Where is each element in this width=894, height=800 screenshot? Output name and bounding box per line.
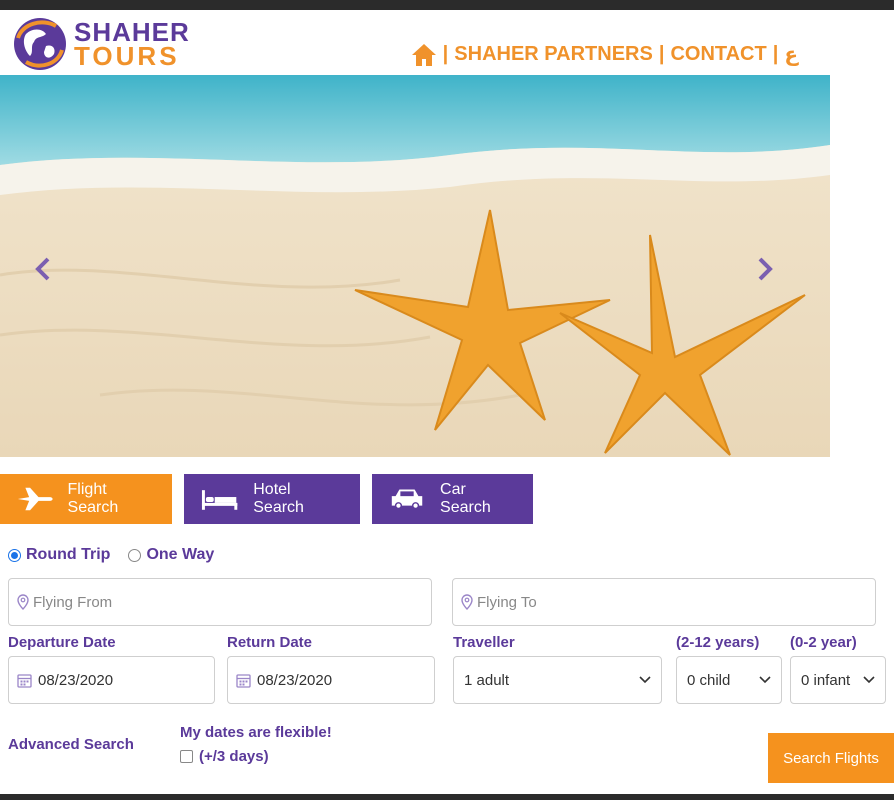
nav-separator: | xyxy=(772,43,779,65)
chevron-down-icon xyxy=(759,676,771,684)
tab-hotel-search[interactable]: Hotel Search xyxy=(184,474,360,524)
chevron-right-icon[interactable] xyxy=(754,255,776,283)
car-icon xyxy=(391,489,423,510)
flying-from-input[interactable]: Flying From xyxy=(8,578,432,626)
map-pin-icon xyxy=(17,594,29,610)
hero-carousel xyxy=(0,75,830,457)
beach-starfish-image xyxy=(0,75,830,457)
calendar-icon xyxy=(236,673,251,688)
map-pin-icon xyxy=(461,594,473,610)
tab-car-search[interactable]: Car Search xyxy=(372,474,533,524)
infant-select[interactable]: 0 infant xyxy=(790,656,886,704)
child-select[interactable]: 0 child xyxy=(676,656,782,704)
child-value: 0 child xyxy=(687,671,731,689)
round-trip-option[interactable]: Round Trip xyxy=(8,546,110,564)
flexible-dates-title: My dates are flexible! xyxy=(180,724,332,741)
nav-separator: | xyxy=(442,43,449,65)
tab-label: Flight Search xyxy=(67,481,119,516)
flexible-dates-checkbox[interactable] xyxy=(180,750,193,763)
logo-subtitle: TOURS xyxy=(74,41,180,71)
trip-type-group: Round Trip One Way xyxy=(8,546,232,564)
return-date-value: 08/23/2020 xyxy=(257,671,333,689)
flying-to-placeholder: Flying To xyxy=(477,593,537,611)
round-trip-radio[interactable] xyxy=(8,548,21,562)
chevron-left-icon[interactable] xyxy=(32,255,54,283)
bed-icon xyxy=(201,490,238,510)
one-way-radio[interactable] xyxy=(128,548,142,562)
one-way-option[interactable]: One Way xyxy=(128,546,214,564)
nav-arabic-language[interactable]: ع xyxy=(784,42,798,67)
departure-date-value: 08/23/2020 xyxy=(38,671,114,689)
page: SHAHER TOURS | SHAHER PARTNERS | CONTACT… xyxy=(0,10,894,794)
chevron-down-icon xyxy=(639,676,651,684)
round-trip-label: Round Trip xyxy=(26,546,111,563)
traveller-select[interactable]: 1 adult xyxy=(453,656,662,704)
return-date-input[interactable]: 08/23/2020 xyxy=(227,656,435,704)
nav-shaher-partners[interactable]: SHAHER PARTNERS xyxy=(454,43,653,66)
nav-separator: | xyxy=(658,43,665,65)
traveller-value: 1 adult xyxy=(464,671,510,689)
home-icon[interactable] xyxy=(411,43,437,67)
flexible-dates-option: (+/3 days) xyxy=(180,748,269,765)
airplane-icon xyxy=(17,487,53,511)
flexible-dates-label: (+/3 days) xyxy=(199,748,269,765)
departure-date-label: Departure Date xyxy=(8,634,116,651)
calendar-icon xyxy=(17,673,32,688)
top-navigation: | SHAHER PARTNERS | CONTACT | ع xyxy=(411,42,798,67)
nav-contact[interactable]: CONTACT xyxy=(670,43,766,66)
chevron-down-icon xyxy=(863,676,875,684)
traveller-label: Traveller xyxy=(453,634,515,651)
child-age-label: (2-12 years) xyxy=(676,634,760,651)
one-way-label: One Way xyxy=(146,546,215,563)
departure-date-input[interactable]: 08/23/2020 xyxy=(8,656,215,704)
search-tabs: Flight Search Hotel Search Car Search xyxy=(0,474,533,524)
tab-label: Hotel Search xyxy=(253,481,304,516)
tab-label: Car Search xyxy=(440,481,491,516)
search-flights-button[interactable]: Search Flights xyxy=(768,733,894,783)
flying-to-input[interactable]: Flying To xyxy=(452,578,876,626)
logo[interactable]: SHAHER TOURS xyxy=(12,16,190,72)
advanced-search-link[interactable]: Advanced Search xyxy=(8,736,134,753)
return-date-label: Return Date xyxy=(227,634,313,651)
flying-from-placeholder: Flying From xyxy=(33,593,113,611)
infant-age-label: (0-2 year) xyxy=(790,634,857,651)
infant-value: 0 infant xyxy=(801,671,851,689)
globe-logo-icon xyxy=(14,18,66,70)
tab-flight-search[interactable]: Flight Search xyxy=(0,474,172,524)
